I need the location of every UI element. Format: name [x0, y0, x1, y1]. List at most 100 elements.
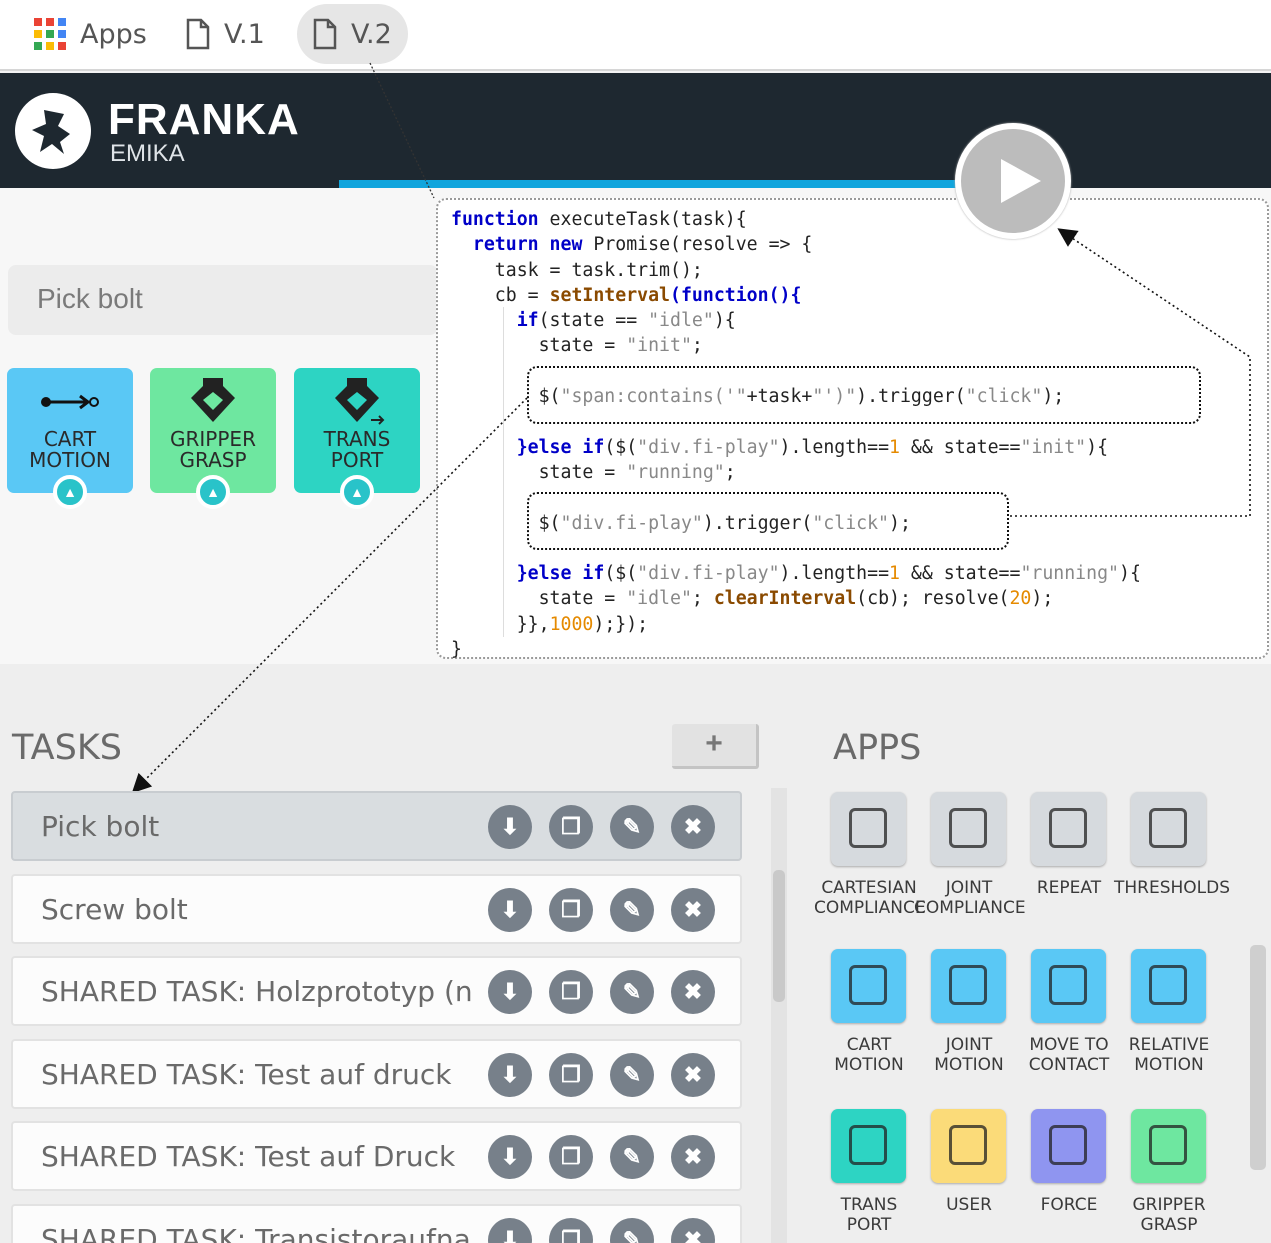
download-icon[interactable]: ⬇	[488, 1135, 532, 1179]
execution-progress-bar	[339, 180, 959, 188]
task-row-label: SHARED TASK: Test auf Druck	[41, 1140, 456, 1173]
copy-icon[interactable]: ❐	[549, 805, 593, 849]
task-list-scrollbar[interactable]	[771, 788, 787, 1243]
app-label-line-1: REPEAT	[1036, 878, 1102, 898]
download-icon[interactable]: ⬇	[488, 805, 532, 849]
bookmark-v1-label: V.1	[224, 18, 265, 50]
task-row[interactable]: Pick bolt ⬇ ❐ ✎ ✖	[11, 791, 742, 861]
gripper-icon	[191, 378, 235, 422]
app-label-line-2: COMPLIANCE	[814, 898, 926, 918]
task-title-field[interactable]: Pick bolt	[8, 265, 438, 335]
download-icon[interactable]: ⬇	[488, 1218, 532, 1243]
task-list-scroll-thumb[interactable]	[773, 870, 785, 1002]
brand-subname: EMIKA	[110, 140, 185, 167]
repeat-icon	[1049, 808, 1087, 848]
delete-icon[interactable]: ✖	[671, 1218, 715, 1243]
task-row[interactable]: SHARED TASK: Test auf Druck ⬇ ❐ ✎ ✖	[11, 1121, 742, 1191]
task-row[interactable]: SHARED TASK: Holzprototyp (neu) ⬇ ❐ ✎ ✖	[11, 956, 742, 1026]
app-tile[interactable]	[1131, 1109, 1206, 1183]
edit-icon[interactable]: ✎	[610, 970, 654, 1014]
task-row[interactable]: Screw bolt ⬇ ❐ ✎ ✖	[11, 874, 742, 944]
relative-motion-icon	[1149, 965, 1187, 1005]
transport-icon	[335, 378, 385, 425]
delete-icon[interactable]: ✖	[671, 1053, 715, 1097]
bookmark-apps[interactable]: Apps	[34, 4, 147, 64]
expand-up-icon[interactable]: ▲	[196, 475, 230, 509]
timeline-app-transport[interactable]: TRANS PORT ▲	[294, 368, 420, 509]
bookmarks-bar: Apps V.1 V.2	[0, 0, 1271, 71]
app-tile[interactable]	[931, 1109, 1006, 1183]
play-button[interactable]	[955, 123, 1071, 239]
edit-icon[interactable]: ✎	[610, 1135, 654, 1179]
task-row-label: SHARED TASK: Test auf druck	[41, 1058, 452, 1091]
brand-name: FRANKA	[108, 95, 300, 144]
apps-title: APPS	[833, 728, 922, 768]
copy-icon[interactable]: ❐	[549, 888, 593, 932]
copy-icon[interactable]: ❐	[549, 1053, 593, 1097]
app-tile[interactable]	[1031, 949, 1106, 1023]
task-row[interactable]: SHARED TASK: Transistoraufnahme ⬇ ❐ ✎ ✖	[11, 1204, 742, 1243]
app-label-line-2: COMPLIANCE	[914, 898, 1026, 918]
download-icon[interactable]: ⬇	[488, 970, 532, 1014]
timeline-app-cart-motion[interactable]: CART MOTION ▲	[7, 368, 133, 509]
copy-icon[interactable]: ❐	[549, 1218, 593, 1243]
app-tile-label: CART MOTION	[814, 1035, 924, 1075]
timeline-app-gripper-grasp[interactable]: GRIPPER GRASP ▲	[150, 368, 276, 509]
app-label-line-2: PORT	[846, 1215, 892, 1235]
app-tile[interactable]	[1031, 792, 1106, 866]
cart-motion-icon	[849, 965, 887, 1005]
code-line-14: }	[451, 639, 462, 661]
app-label-line-2: MOTION	[1134, 1055, 1204, 1075]
app-tile[interactable]	[1131, 949, 1206, 1023]
code-line-10: $("div.fi-play").trigger("click");	[451, 512, 911, 534]
edit-icon[interactable]: ✎	[610, 1053, 654, 1097]
app-tile[interactable]	[1031, 1109, 1106, 1183]
edit-icon[interactable]: ✎	[610, 805, 654, 849]
code-line-3: task = task.trim();	[451, 259, 703, 281]
app-label-line-2: MOTION	[934, 1055, 1004, 1075]
copy-icon[interactable]: ❐	[549, 970, 593, 1014]
app-list-scroll-thumb[interactable]	[1250, 945, 1266, 1170]
move-to-contact-icon	[1049, 965, 1087, 1005]
bookmark-v1[interactable]: V.1	[186, 4, 265, 64]
download-icon[interactable]: ⬇	[488, 888, 532, 932]
app-tile[interactable]	[931, 792, 1006, 866]
copy-icon[interactable]: ❐	[549, 1135, 593, 1179]
app-tile[interactable]	[831, 792, 906, 866]
expand-up-icon[interactable]: ▲	[340, 475, 374, 509]
user-icon	[949, 1125, 987, 1165]
tile-label-2: MOTION	[29, 448, 111, 472]
code-line-1: function executeTask(task){	[451, 209, 747, 230]
app-tile[interactable]	[831, 1109, 906, 1183]
app-label-line-1: MOVE TO	[1029, 1035, 1109, 1055]
app-tile-label: RELATIVE MOTION	[1114, 1035, 1224, 1075]
app-label-line-1: TRANS	[840, 1195, 898, 1215]
app-label-line-2: CONTACT	[1028, 1055, 1110, 1075]
code-line-5: if(state == "idle"){	[451, 310, 736, 332]
download-icon[interactable]: ⬇	[488, 1053, 532, 1097]
app-tile[interactable]	[831, 949, 906, 1023]
app-tile-label: FORCE	[1014, 1195, 1124, 1215]
force-icon	[1049, 1125, 1087, 1165]
bookmark-v2[interactable]: V.2	[297, 4, 408, 64]
expand-up-icon[interactable]: ▲	[53, 475, 87, 509]
task-row[interactable]: SHARED TASK: Test auf druck ⬇ ❐ ✎ ✖	[11, 1039, 742, 1109]
code-listing: function executeTask(task){ return new P…	[451, 207, 1141, 662]
delete-icon[interactable]: ✖	[671, 970, 715, 1014]
code-line-13: }},1000);});	[451, 613, 649, 635]
code-line-7: $("span:contains('"+task+"')").trigger("…	[451, 386, 1065, 408]
task-title-text: Pick bolt	[37, 283, 143, 314]
delete-icon[interactable]: ✖	[671, 1135, 715, 1179]
delete-icon[interactable]: ✖	[671, 805, 715, 849]
add-task-button[interactable]: +	[672, 724, 759, 769]
app-tile[interactable]	[931, 949, 1006, 1023]
code-line-11: }else if($("div.fi-play").length==1 && s…	[451, 563, 1141, 585]
bookmark-v2-label: V.2	[351, 18, 392, 50]
app-tile-label: JOINT MOTION	[914, 1035, 1024, 1075]
app-tile[interactable]	[1131, 792, 1206, 866]
app-tile-label: THRESHOLDS	[1114, 878, 1230, 898]
franka-logo-icon	[15, 93, 91, 169]
edit-icon[interactable]: ✎	[610, 1218, 654, 1243]
edit-icon[interactable]: ✎	[610, 888, 654, 932]
delete-icon[interactable]: ✖	[671, 888, 715, 932]
